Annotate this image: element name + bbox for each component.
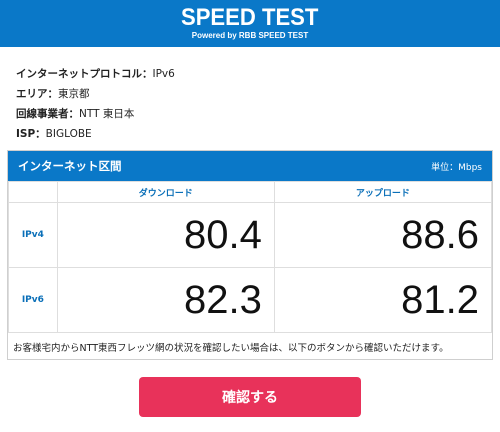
- info-value: 東京都: [58, 88, 90, 100]
- connection-info: インターネットプロトコル：IPv6 エリア：東京都 回線事業者：NTT 東日本 …: [0, 47, 500, 150]
- info-row-isp: ISP：BIGLOBE: [16, 124, 500, 144]
- table-row-ipv6: IPv6 82.3 81.2: [8, 267, 493, 333]
- corner-cell: [8, 181, 58, 203]
- upload-value-ipv6: 81.2: [273, 267, 493, 333]
- results-panel-header: インターネット区間 単位：Mbps: [8, 151, 492, 181]
- table-row-ipv4: IPv4 80.4 88.6: [8, 202, 493, 268]
- app-header: SPEED TEST Powered by RBB SPEED TEST: [0, 0, 500, 47]
- info-row-protocol: インターネットプロトコル：IPv6: [16, 64, 500, 84]
- download-value-ipv6: 82.3: [56, 267, 275, 333]
- info-key: インターネットプロトコル：: [16, 68, 153, 80]
- results-panel: インターネット区間 単位：Mbps ダウンロード アップロード IPv4 80.…: [7, 150, 493, 360]
- table-header-row: ダウンロード アップロード: [8, 181, 493, 203]
- column-header-upload: アップロード: [273, 181, 493, 203]
- app-subtitle: Powered by RBB SPEED TEST: [191, 31, 309, 40]
- confirm-button[interactable]: 確認する: [139, 377, 361, 417]
- unit-label: 単位：Mbps: [431, 162, 482, 173]
- info-row-carrier: 回線事業者：NTT 東日本: [16, 104, 500, 124]
- info-value: NTT 東日本: [79, 108, 135, 120]
- info-key: ISP：: [16, 128, 46, 140]
- info-value: BIGLOBE: [45, 128, 92, 140]
- app-title: SPEED TEST: [181, 4, 319, 31]
- help-note: お客様宅内からNTT東西フレッツ網の状況を確認したい場合は、以下のボタンから確認…: [13, 343, 449, 354]
- info-key: エリア：: [16, 88, 58, 100]
- download-value-ipv4: 80.4: [56, 202, 275, 268]
- info-value: IPv6: [152, 68, 175, 80]
- results-table: ダウンロード アップロード IPv4 80.4 88.6 IPv6 82.3 8…: [8, 181, 493, 333]
- row-label-ipv4: IPv4: [8, 202, 58, 268]
- info-key: 回線事業者：: [16, 108, 79, 120]
- column-header-download: ダウンロード: [56, 181, 275, 203]
- info-row-area: エリア：東京都: [16, 84, 500, 104]
- results-panel-title: インターネット区間: [18, 159, 122, 173]
- row-label-ipv6: IPv6: [8, 267, 58, 333]
- upload-value-ipv4: 88.6: [273, 202, 493, 268]
